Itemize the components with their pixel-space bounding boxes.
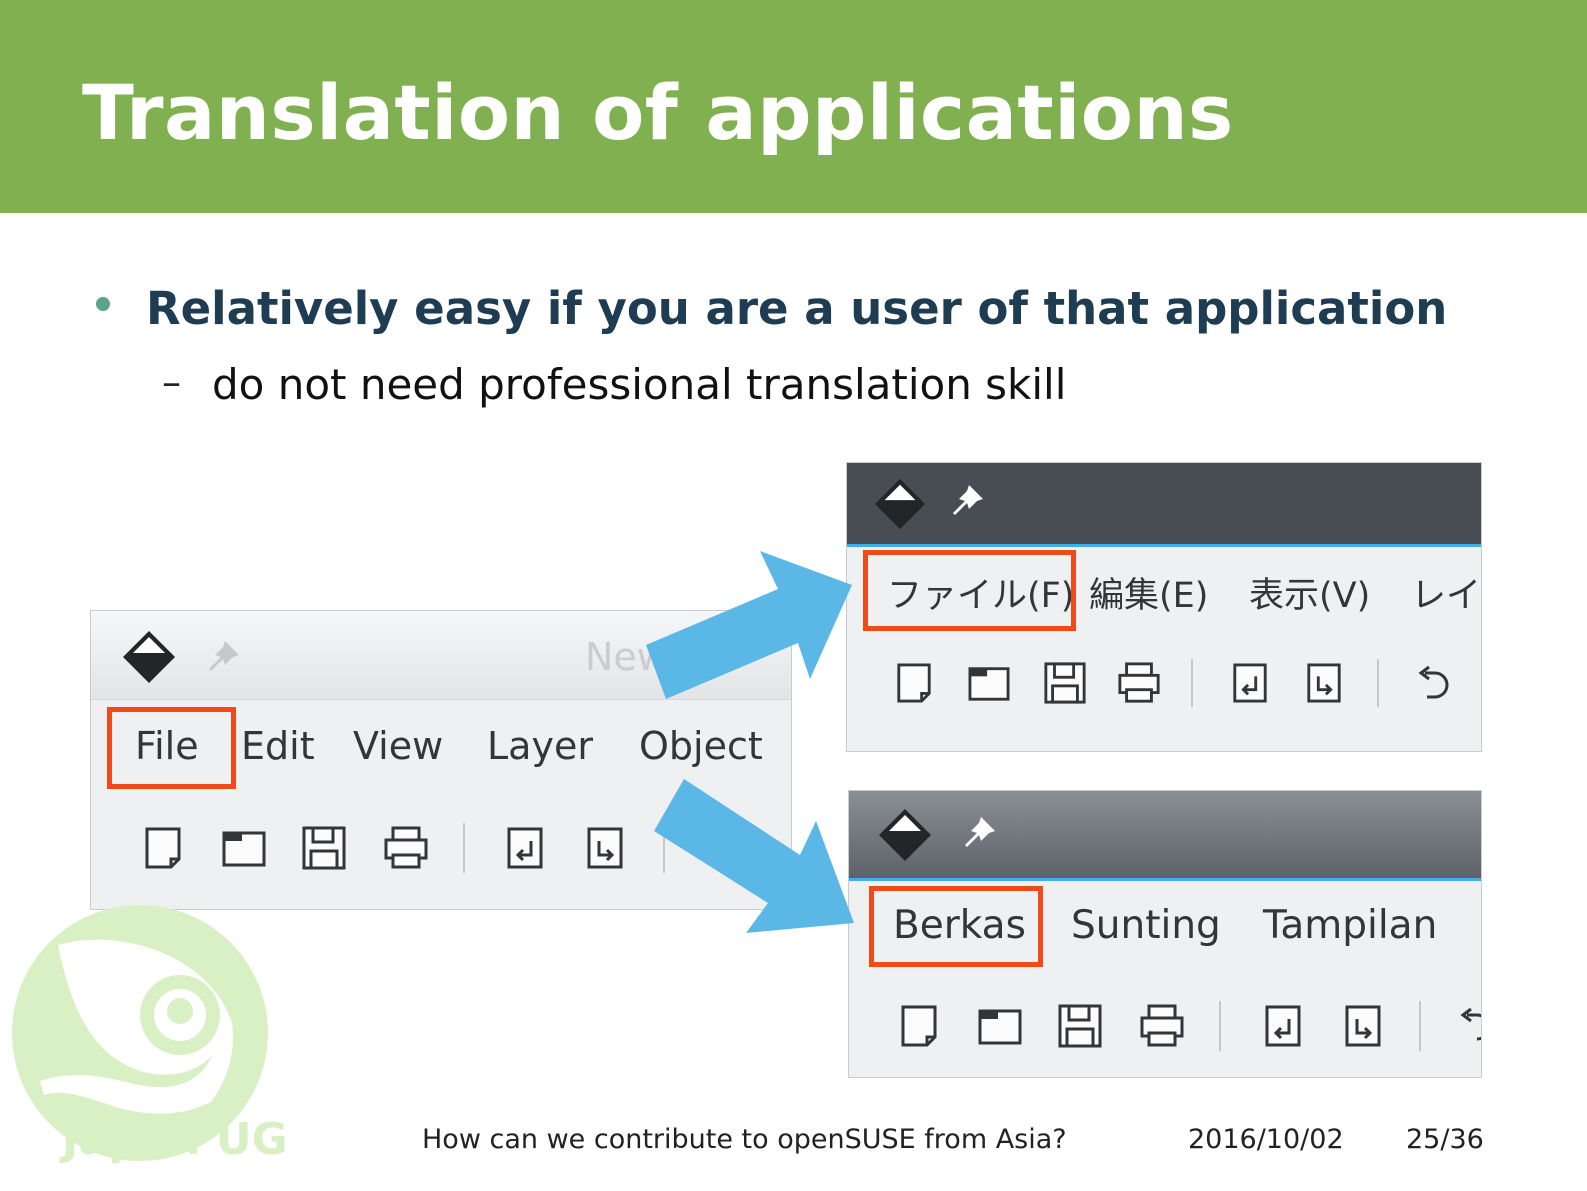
footer-page-number: 25/36 (1406, 1124, 1484, 1155)
app-logo-icon (123, 631, 175, 683)
highlight-box (869, 886, 1043, 967)
save-icon[interactable] (1043, 661, 1087, 705)
open-folder-icon[interactable] (977, 1005, 1023, 1047)
toolbar-separator (1377, 659, 1379, 707)
save-icon[interactable] (301, 825, 347, 871)
pin-icon (965, 817, 995, 847)
undo-icon[interactable] (1455, 1005, 1482, 1047)
import-icon[interactable] (1263, 1003, 1303, 1049)
toolbar-separator (1219, 1001, 1221, 1051)
import-icon[interactable] (1231, 661, 1269, 705)
export-icon[interactable] (1343, 1003, 1383, 1049)
menu-layer[interactable]: Layer (487, 724, 593, 768)
open-folder-icon[interactable] (221, 827, 267, 869)
menu-view[interactable]: View (353, 724, 443, 768)
app-logo-icon (879, 809, 931, 861)
footer-talk-title: How can we contribute to openSUSE from A… (422, 1124, 1067, 1155)
undo-icon[interactable] (1413, 663, 1453, 705)
app-logo-icon (874, 478, 926, 530)
menu-view[interactable]: Tampilan (1263, 903, 1437, 948)
menu-edit[interactable]: 編集(E) (1089, 567, 1208, 618)
new-document-icon[interactable] (143, 825, 183, 871)
toolbar-separator (463, 823, 465, 873)
print-icon[interactable] (1139, 1003, 1185, 1049)
arrow-to-indonesian-icon (654, 779, 854, 933)
bullet-main: Relatively easy if you are a user of tha… (146, 282, 1448, 335)
arrow-to-japanese-icon (646, 551, 852, 699)
menu-layer[interactable]: レイ (1411, 567, 1481, 618)
menu-edit[interactable]: Sunting (1071, 903, 1221, 948)
save-icon[interactable] (1057, 1003, 1103, 1049)
highlight-box (863, 550, 1076, 631)
highlight-box (107, 707, 236, 789)
sub-bullet-dash: – (162, 360, 181, 404)
export-icon[interactable] (1305, 661, 1343, 705)
bullet-dot (96, 297, 110, 311)
logo-text: Japan UG (62, 1114, 288, 1165)
open-folder-icon[interactable] (967, 663, 1011, 703)
import-icon[interactable] (505, 825, 545, 871)
new-document-icon[interactable] (895, 661, 933, 705)
menu-object[interactable]: Object (639, 724, 763, 768)
toolbar-separator (1191, 659, 1193, 707)
window-titlebar (847, 463, 1481, 547)
menu-edit[interactable]: Edit (241, 724, 315, 768)
export-icon[interactable] (585, 825, 625, 871)
screenshot-japanese-window: ファイル(F) 編集(E) 表示(V) レイ (846, 462, 1482, 752)
screenshot-indonesian-window: Berkas Sunting Tampilan (848, 790, 1482, 1078)
slide-header: Translation of applications (0, 0, 1587, 213)
print-icon[interactable] (1117, 661, 1161, 705)
footer-date: 2016/10/02 (1188, 1124, 1344, 1155)
toolbar-separator (1419, 1001, 1421, 1051)
new-document-icon[interactable] (899, 1003, 939, 1049)
pin-icon (953, 485, 983, 515)
print-icon[interactable] (383, 825, 429, 871)
bullet-sub: do not need professional translation ski… (212, 360, 1067, 409)
menu-view[interactable]: 表示(V) (1249, 567, 1370, 618)
slide-title: Translation of applications (82, 68, 1234, 157)
pin-icon (209, 641, 239, 671)
window-titlebar (849, 791, 1481, 881)
